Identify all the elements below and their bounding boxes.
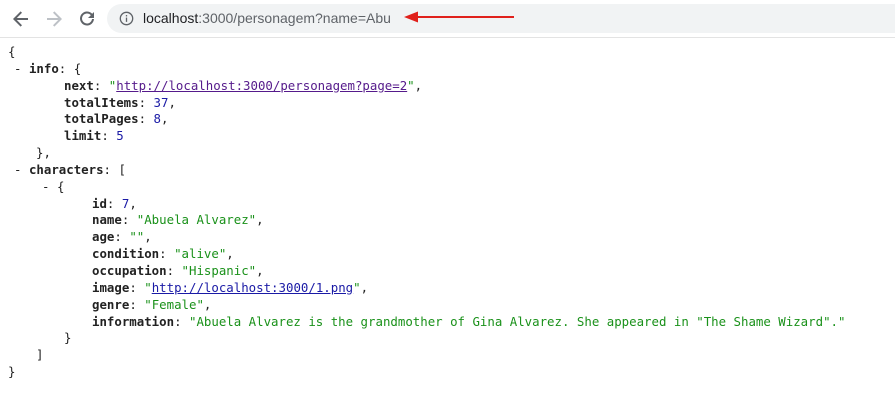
condition-key: condition [92, 246, 160, 262]
characters-line: - characters: [ [8, 162, 845, 179]
image-link[interactable]: http://localhost:3000/1.png [152, 280, 353, 295]
characters-key: characters [28, 161, 104, 177]
json-viewer: {- info: {next: "http://localhost:3000/p… [8, 44, 845, 381]
url-host: localhost [143, 10, 199, 26]
information-line: information: "Abuela Alvarez is the gran… [92, 313, 846, 329]
info-key: info [28, 60, 59, 76]
occupation-line: occupation: "Hispanic", [92, 262, 264, 278]
limit-line: limit: 5 [64, 128, 124, 144]
image-key: image [92, 279, 130, 295]
arrow-right-icon [47, 11, 62, 27]
url-text[interactable]: localhost:3000/personagem?name=Abu [143, 10, 391, 27]
name-value: "Abuela Alvarez" [136, 212, 257, 228]
characters-collapse-toggle[interactable]: - [14, 162, 21, 177]
next-key: next [64, 77, 94, 93]
totalpages-key: totalPages [64, 111, 139, 127]
next-line: next: "http://localhost:3000/personagem?… [64, 77, 423, 93]
information-key: information [92, 313, 175, 329]
limit-value: 5 [116, 128, 124, 144]
information-value: "Abuela Alvarez is the grandmother of Gi… [188, 313, 846, 329]
browser-toolbar: localhost:3000/personagem?name=Abu [0, 0, 895, 38]
item-open-brace: { [56, 178, 65, 194]
info-close: }, [36, 145, 51, 161]
name-line: name: "Abuela Alvarez", [92, 212, 264, 228]
id-key: id [92, 195, 107, 211]
genre-line: genre: "Female", [92, 296, 212, 312]
back-button[interactable] [8, 6, 34, 32]
info-line: - info: { [8, 61, 845, 78]
id-line: id: 7, [92, 195, 137, 211]
totalitems-value: 37 [153, 94, 169, 110]
genre-key: genre [92, 296, 130, 312]
condition-value: "alive" [174, 246, 227, 262]
json-close-brace: } [8, 364, 16, 380]
item-close-brace: } [64, 330, 72, 346]
next-link[interactable]: http://localhost:3000/personagem?page=2 [116, 78, 407, 93]
item-open-line: - { [8, 179, 845, 196]
totalitems-key: totalItems [64, 94, 139, 110]
name-key: name [92, 212, 122, 228]
occupation-value: "Hispanic" [181, 262, 257, 278]
url-path: :3000/personagem?name=Abu [198, 10, 391, 26]
info-open: : { [58, 60, 82, 76]
limit-key: limit [64, 128, 102, 144]
age-line: age: "", [92, 229, 152, 245]
json-open-brace: { [8, 44, 16, 59]
image-line: image: "http://localhost:3000/1.png", [92, 279, 369, 295]
condition-line: condition: "alive", [92, 246, 234, 262]
totalitems-line: totalItems: 37, [64, 94, 176, 110]
genre-value: "Female" [144, 296, 204, 312]
reload-button[interactable] [74, 6, 100, 32]
info-icon[interactable] [119, 11, 134, 26]
age-value: "" [129, 229, 145, 245]
item-collapse-toggle[interactable]: - [42, 179, 49, 194]
red-arrow-annotation [404, 11, 514, 23]
occupation-key: occupation [92, 262, 167, 278]
characters-close: ] [36, 347, 44, 363]
totalpages-line: totalPages: 8, [64, 111, 169, 127]
characters-open: : [ [103, 161, 126, 177]
reload-icon [80, 11, 94, 26]
arrow-left-icon [13, 11, 28, 27]
age-key: age [92, 229, 115, 245]
info-collapse-toggle[interactable]: - [14, 61, 21, 76]
forward-button[interactable] [41, 6, 67, 32]
totalpages-value: 8 [153, 111, 161, 127]
